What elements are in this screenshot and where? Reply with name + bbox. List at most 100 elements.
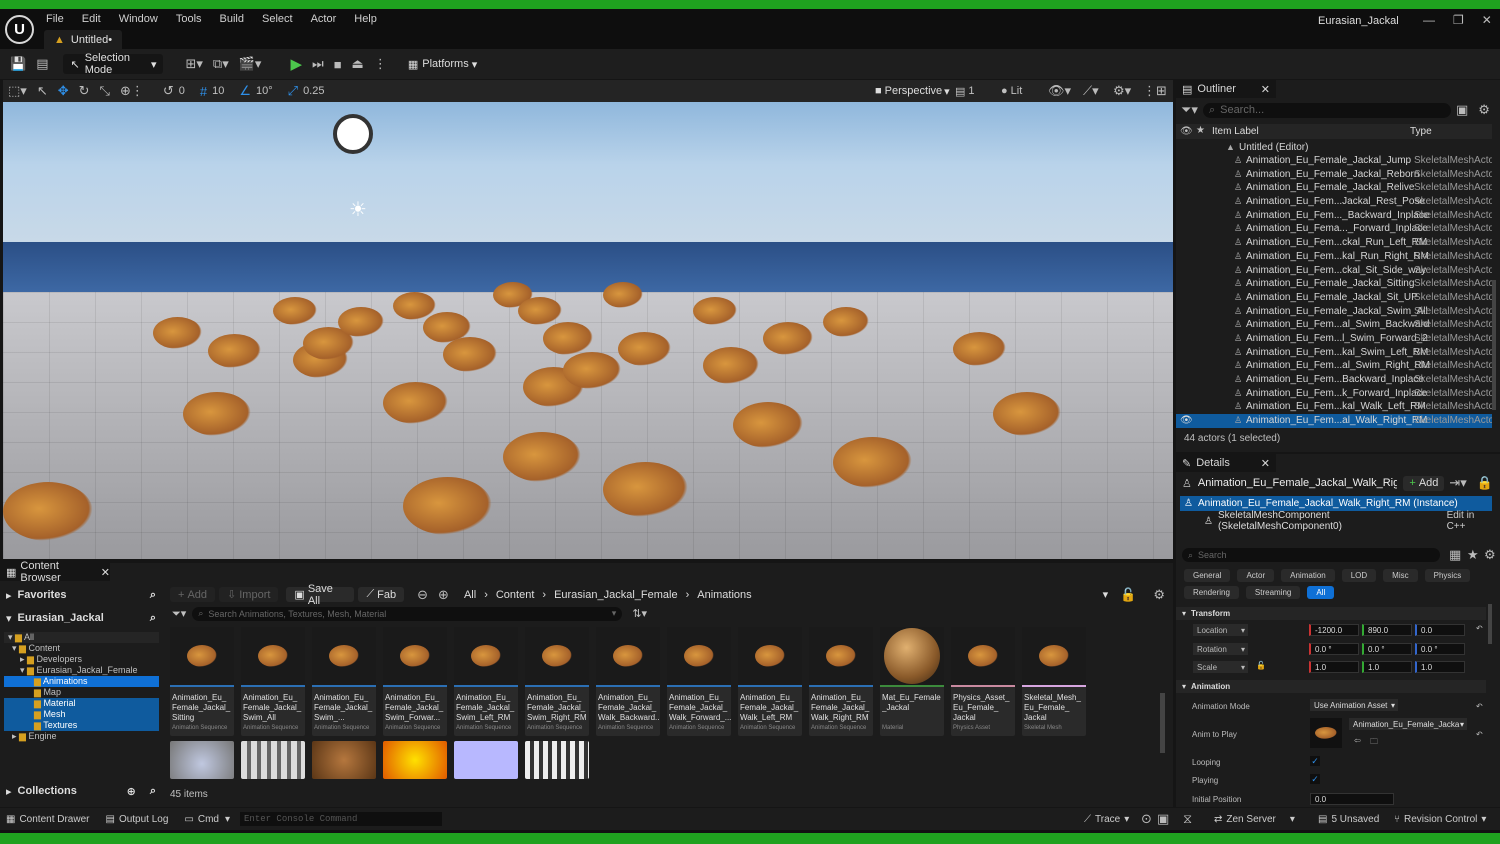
tree-animations[interactable]: ▆ Animations [4,676,159,687]
show-icon[interactable]: 👁▾ [1048,83,1071,99]
jackal-actor[interactable] [338,307,384,337]
minimize-icon[interactable]: — [1423,13,1435,27]
outliner-scrollbar[interactable] [1492,280,1496,410]
outliner-row[interactable]: ♙ Animation_Eu_Female_Jackal_Reborn Skelet… [1176,168,1492,182]
level-tab[interactable]: ▲ Untitled• [44,30,123,49]
save-icon[interactable]: 💾 [10,56,26,72]
close-tab-icon[interactable]: ✕ [1261,83,1270,96]
outliner-row[interactable]: ♙ Animation_Eu_Fem...kal_Walk_Left_RM Skel… [1176,400,1492,414]
rotation-y[interactable]: 0.0 ° [1362,643,1412,655]
settings-icon[interactable]: ⚙ [1153,587,1165,603]
jackal-actor[interactable] [383,382,448,424]
asset-scrollbar[interactable] [1160,693,1165,753]
level-viewport[interactable]: ☀ ⊥ [3,102,1173,559]
component-instance-row[interactable]: ♙ Animation_Eu_Female_Jackal_Walk_Right_… [1180,496,1492,511]
grid-snap-value[interactable]: 10 [212,85,224,97]
filter-icon[interactable]: ⏷▾ [172,607,186,621]
outliner-row[interactable]: ♙ Animation_Eu_Fem...ckal_Run_Left_RM Skel… [1176,236,1492,250]
transform-section-header[interactable]: ▾ Transform [1176,607,1486,620]
outliner-row[interactable]: ♙ Animation_Eu_Female_Jackal_Swim_All Skel… [1176,305,1492,319]
outliner-row[interactable]: ♙ Animation_Eu_Fem...al_Swim_Backward Skel… [1176,318,1492,332]
filter-all[interactable]: All [1307,586,1335,599]
asset-tile[interactable]: Animation_Eu_ Female_Jackal_ Walk_Backwa… [596,627,660,736]
col-type[interactable]: Type [1410,126,1432,137]
outliner-row[interactable]: ♙ Animation_Eu_Fem...Jackal_Rest_Pose Skel… [1176,195,1492,209]
translate-icon[interactable]: ✥ [58,83,69,99]
scale-y[interactable]: 1.0 [1362,661,1412,673]
outliner-row[interactable]: ♙ Animation_Eu_Fem...ckal_Sit_Side_way Ske… [1176,264,1492,278]
forward-icon[interactable]: ⊕ [438,587,449,603]
screenshot-icon[interactable]: ▣ [1157,811,1169,827]
skeletal-component-row[interactable]: ♙ SkeletalMeshComponent (SkeletalMeshCom… [1204,510,1494,532]
jackal-actor[interactable] [503,432,581,482]
content-icon[interactable]: ▤ [36,56,48,72]
tree-all[interactable]: ▾ ▆ All [4,632,159,643]
chevron-down-icon[interactable]: ▾ [1103,588,1109,601]
console-input[interactable]: Enter Console Command [240,812,443,826]
surface-snap-icon[interactable]: ↺ [163,83,174,99]
jackal-actor[interactable] [953,332,1006,366]
asset-tile[interactable]: Animation_Eu_ Female_Jackal_ Sitting Anim… [170,627,234,736]
tree-map[interactable]: ▆ Map [4,687,159,698]
menu-actor[interactable]: Actor [311,13,337,25]
anim-to-play-dropdown[interactable]: Animation_Eu_Female_Jacka ▾ [1349,718,1467,730]
camera-speed-button[interactable]: ▤ 1 [955,85,975,98]
initial-position-field[interactable]: 0.0 [1310,793,1394,805]
browse-asset-icon[interactable]: 🗀 [1370,736,1378,750]
world-local-icon[interactable]: ⊕⋮ [120,83,144,99]
filter-general[interactable]: General [1184,569,1231,582]
trace-dropdown[interactable]: ⟋ Trace ▾ [1084,814,1129,825]
play-icon[interactable]: ▶ [290,55,302,73]
content-drawer-button[interactable]: ▦ Content Drawer [6,814,89,825]
jackal-actor[interactable] [833,437,912,488]
reset-icon[interactable]: ↶ [1476,702,1483,711]
location-dropdown[interactable]: Location ▾ [1193,624,1248,636]
tree-jackal-female[interactable]: ▾ ▆ Eurasian_Jackal_Female [4,665,159,676]
settings-icon[interactable]: ⚙ [1484,547,1496,563]
tree-developers[interactable]: ▸ ▆ Developers [4,654,159,665]
eject-icon[interactable]: ⏏ [352,56,364,72]
tree-material[interactable]: ▆ Material [4,698,159,709]
path-all[interactable]: All [464,589,476,601]
outliner-row[interactable]: ♙ Animation_Eu_Fem..._Backward_Inplace Ske… [1176,209,1492,223]
details-scrollbar[interactable] [1488,604,1492,644]
rotation-z[interactable]: 0.0 ° [1415,643,1465,655]
outliner-row[interactable]: ♙ Animation_Eu_Fem...Backward_Inplace Skel… [1176,373,1492,387]
outliner-row[interactable]: ♙ Animation_Eu_Fema..._Forward_Inplace Ske… [1176,222,1492,236]
tree-engine[interactable]: ▸ ▆ Engine [4,731,159,742]
outliner-row[interactable]: ♙ Animation_Eu_Fem...kal_Swim_Left_RM Skel… [1176,346,1492,360]
menu-window[interactable]: Window [119,13,158,25]
settings-icon[interactable]: ⚙▾ [1113,83,1131,99]
blueprint-icon[interactable]: ⇥▾ [1449,475,1466,491]
stop-icon[interactable]: ■ [334,57,342,72]
jackal-actor[interactable] [603,282,643,308]
add-button[interactable]: + Add [170,587,216,602]
collections-header[interactable]: ▸ Collections ⊕ ⌕ [6,784,156,798]
scale-x[interactable]: 1.0 [1309,661,1359,673]
filter-actor[interactable]: Actor [1237,569,1275,582]
outliner-search-input[interactable]: ⌕ Search... [1202,102,1451,118]
filter-misc[interactable]: Misc [1383,569,1418,582]
select-icon[interactable]: ↖ [37,83,48,99]
filter-icon[interactable]: ⏷▾ [1181,102,1198,118]
unreal-logo-icon[interactable]: U [5,15,34,44]
lit-button[interactable]: ● Lit [1001,85,1022,97]
filter-animation[interactable]: Animation [1281,569,1335,582]
add-actor-icon[interactable]: ⊞▾ [185,56,202,72]
menu-tools[interactable]: Tools [176,13,202,25]
unsaved-button[interactable]: ▤ 5 Unsaved [1318,814,1379,825]
scale-z[interactable]: 1.0 [1415,661,1465,673]
actor-name-field[interactable]: Animation_Eu_Female_Jackal_Walk_Right_I [1198,477,1398,489]
cinematics-icon[interactable]: 🎬▾ [239,56,262,72]
details-tab[interactable]: ✎ Details ✕ [1176,454,1276,472]
directional-light-icon[interactable]: ☀ [349,197,367,222]
details-search-input[interactable]: ⌕ Search [1182,548,1440,562]
add-component-button[interactable]: + Add [1403,475,1445,491]
content-browser-tab[interactable]: ▦ Content Browser ✕ [0,560,110,584]
reset-icon[interactable]: ↶ [1476,624,1483,633]
texture-tile[interactable] [312,741,376,779]
asset-tile[interactable]: Animation_Eu_ Female_Jackal_ Walk_Right_… [809,627,873,736]
jackal-actor[interactable] [273,297,317,325]
asset-tile[interactable]: Animation_Eu_ Female_Jackal_ Swim_... Ani… [312,627,376,736]
selection-mode-button[interactable]: ↖ Selection Mode ▾ [63,52,164,76]
